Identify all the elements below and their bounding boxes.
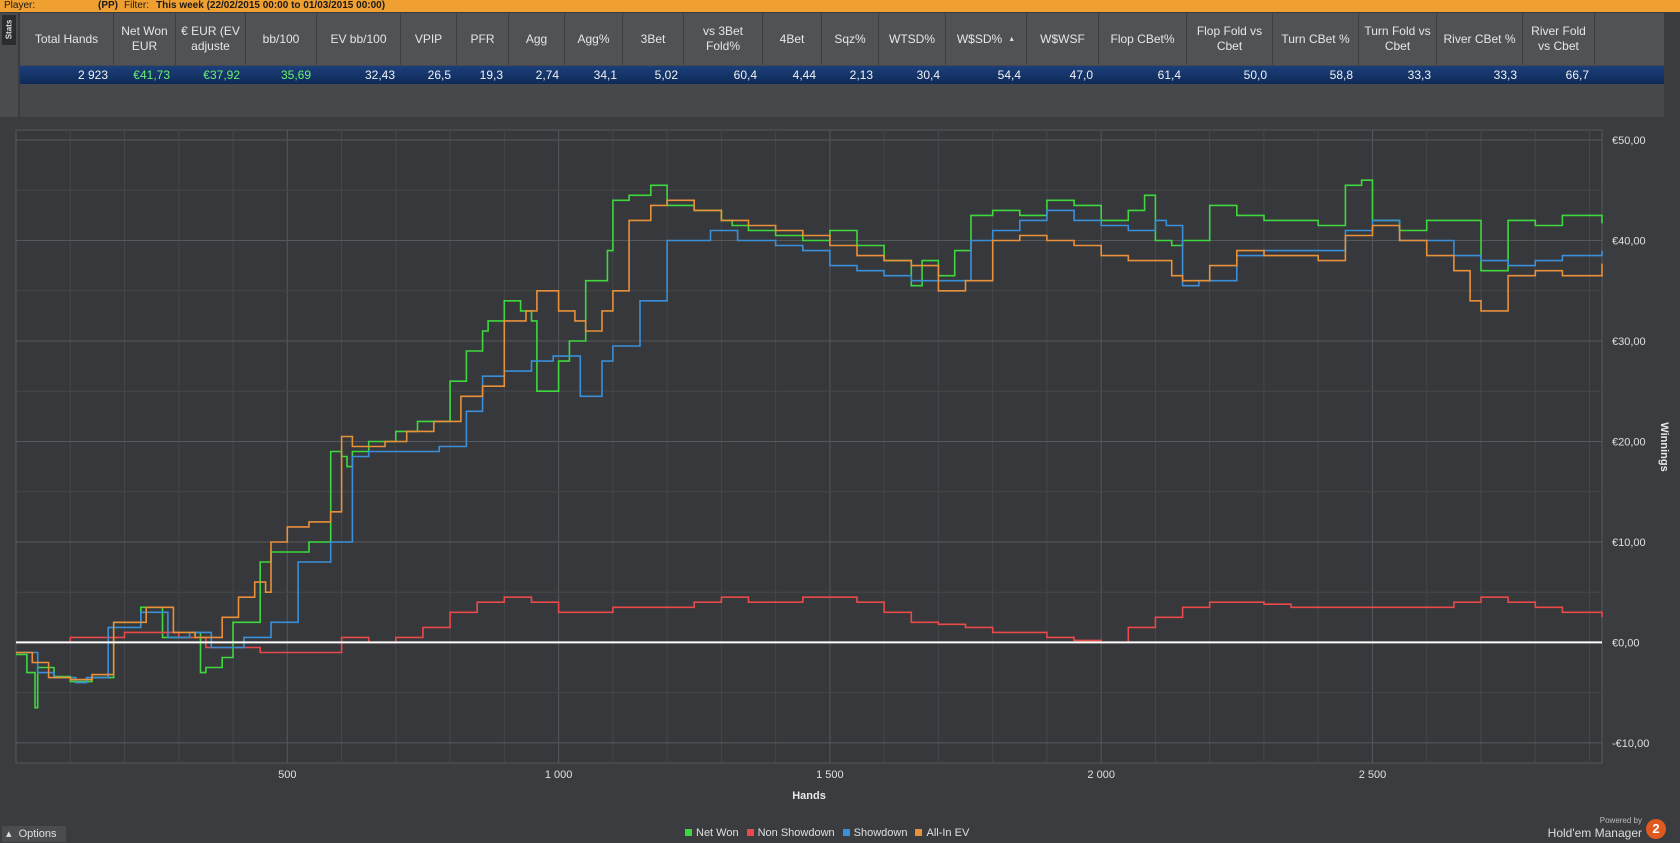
x-tick-label: 2 000: [1087, 769, 1115, 781]
legend-label: All-In EV: [926, 827, 970, 839]
legend-label: Net Won: [696, 827, 739, 839]
y-tick-label: €0,00: [1612, 637, 1640, 649]
x-tick-label: 2 500: [1359, 769, 1387, 781]
options-button[interactable]: ▴ Options: [2, 826, 66, 842]
legend-swatch: [685, 829, 692, 836]
legend-swatch: [842, 829, 850, 836]
plot-area: [15, 129, 1603, 764]
legend-swatch: [746, 829, 754, 836]
y-axis-title: Winnings: [1658, 422, 1670, 471]
legend-label: Showdown: [853, 827, 908, 839]
x-tick-label: 1 000: [545, 769, 573, 781]
options-expand-icon: ▴: [6, 828, 12, 840]
y-tick-label: €30,00: [1612, 336, 1646, 348]
x-axis-title: Hands: [792, 790, 826, 802]
y-tick-label: €10,00: [1612, 537, 1646, 549]
powered-by-text: Powered by: [1599, 816, 1642, 825]
legend-swatch: [915, 829, 923, 836]
y-tick-label: €40,00: [1612, 236, 1646, 248]
branding: Powered by Hold'em Manager 2: [1540, 816, 1668, 842]
x-tick-label: 1 500: [816, 769, 844, 781]
y-tick-label: €50,00: [1612, 135, 1646, 147]
legend-item[interactable]: Non Showdown: [746, 827, 835, 839]
legend-item[interactable]: All-In EV: [915, 827, 969, 839]
options-label: Options: [18, 828, 57, 840]
y-tick-label: €20,00: [1612, 436, 1646, 448]
legend-label: Non Showdown: [757, 827, 835, 839]
chart-legend: Net Won Non Showdown Showdown All-In EV: [685, 825, 977, 841]
winnings-chart: -€10,00 €0,00 €10,00 €20,00 €30,00 €40,00 €50,…: [0, 120, 1680, 823]
y-tick-label: -€10,00: [1612, 738, 1649, 750]
hem-logo-icon: 2: [1646, 819, 1666, 839]
product-name: Hold'em Manager: [1547, 826, 1642, 840]
x-tick-label: 500: [278, 769, 296, 781]
legend-item[interactable]: Showdown: [842, 827, 908, 839]
legend-item[interactable]: Net Won: [685, 827, 739, 839]
